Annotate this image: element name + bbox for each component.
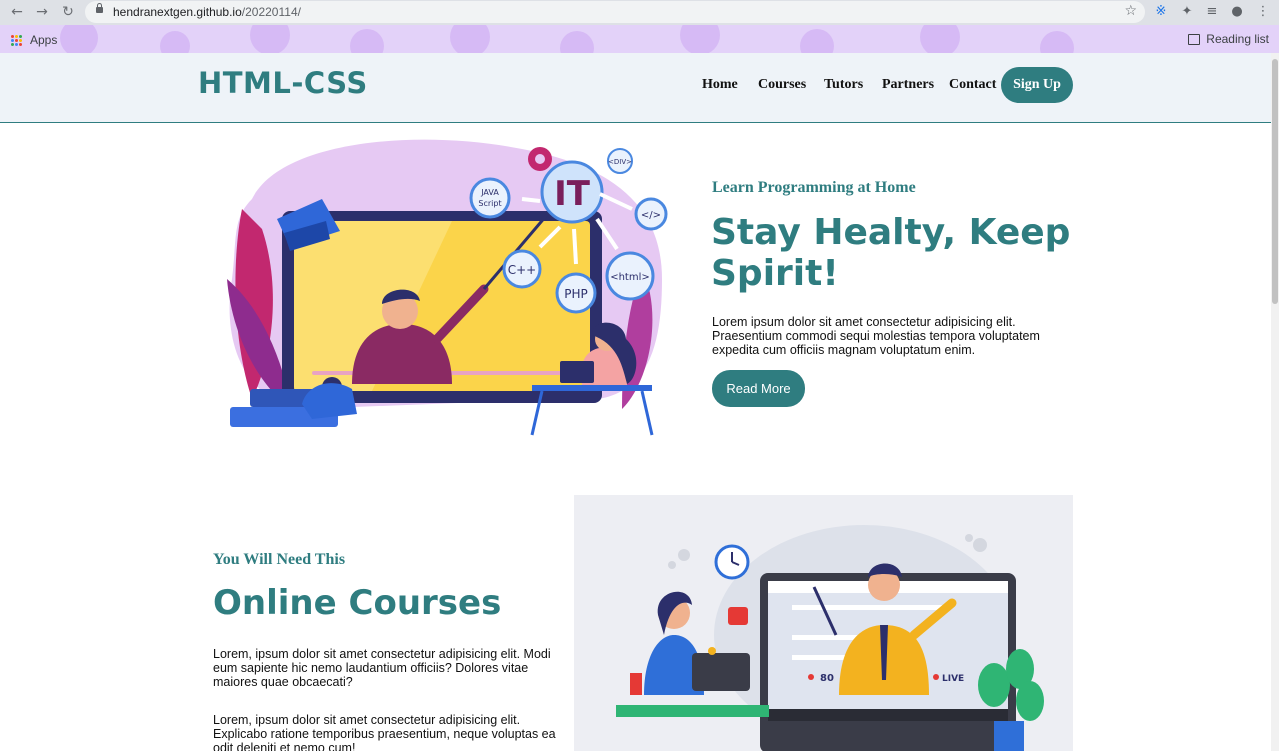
php-label: PHP	[564, 287, 588, 301]
hero-title: Stay Healty, Keep Spirit!	[711, 212, 1070, 295]
bubble-decoration	[560, 31, 594, 53]
reload-icon[interactable]: ↻	[60, 4, 76, 20]
live-badge: LIVE	[942, 674, 964, 684]
page-scrollbar[interactable]	[1271, 53, 1279, 751]
signup-button[interactable]: Sign Up	[1001, 67, 1073, 103]
hero-title-line1: Stay Healty, Keep	[711, 212, 1071, 253]
script-label: Script	[478, 199, 501, 208]
courses-title: Online Courses	[213, 583, 502, 623]
site-header: HTML-CSS Home Courses Tutors Partners Co…	[0, 53, 1271, 123]
bookmark-star-icon[interactable]: ☆	[1124, 3, 1137, 19]
extension-icon[interactable]: ※	[1153, 4, 1169, 20]
div-label: <DIV>	[608, 158, 632, 166]
hero-paragraph: Lorem ipsum dolor sit amet consectetur a…	[712, 315, 1040, 357]
paragraph-line: odit deleniti et nemo cum!	[213, 741, 356, 751]
bubble-decoration	[1040, 31, 1074, 53]
bubble-decoration	[450, 25, 490, 53]
bubble-decoration	[350, 29, 384, 53]
bookmarks-bar: Apps Reading list	[0, 25, 1279, 53]
hero-eyebrow: Learn Programming at Home	[712, 179, 916, 196]
viewers-count: 80	[820, 673, 834, 684]
back-icon[interactable]: ←	[9, 4, 25, 20]
paragraph-line: eum sapiente hic nemo laudantium officii…	[213, 661, 529, 675]
lock-icon	[96, 3, 103, 13]
scrollbar-thumb[interactable]	[1272, 59, 1278, 304]
paragraph-line: Praesentium commodi sequi molestias temp…	[712, 329, 1040, 343]
reading-list-button[interactable]: Reading list	[1188, 32, 1269, 46]
courses-paragraph-2: Lorem, ipsum dolor sit amet consectetur …	[213, 713, 556, 751]
paragraph-line: expedita cum officiis magnam voluptatum …	[712, 343, 976, 357]
puzzle-icon[interactable]: ✦	[1179, 4, 1195, 20]
hero-illustration: IT JAVA Script <DIV> </> C++ PHP <html>	[227, 139, 668, 436]
media-queue-icon[interactable]: ≡	[1204, 4, 1220, 20]
bubble-decoration	[920, 25, 960, 53]
profile-icon[interactable]: ●	[1229, 4, 1245, 20]
read-more-button[interactable]: Read More	[712, 370, 805, 407]
site-logo[interactable]: HTML-CSS	[198, 66, 368, 100]
cpp-label: C++	[508, 263, 537, 277]
courses-paragraph-1: Lorem, ipsum dolor sit amet consectetur …	[213, 647, 551, 689]
courses-eyebrow: You Will Need This	[213, 551, 346, 568]
menu-kebab-icon[interactable]: ⋮	[1255, 4, 1271, 20]
java-label: JAVA	[480, 188, 499, 197]
nav-partners[interactable]: Partners	[882, 77, 934, 93]
paragraph-line: Lorem ipsum dolor sit amet consectetur a…	[712, 315, 1016, 329]
web-page: HTML-CSS Home Courses Tutors Partners Co…	[0, 53, 1271, 751]
bubble-decoration	[160, 31, 190, 53]
nav-home[interactable]: Home	[702, 77, 738, 93]
code-label: </>	[641, 210, 661, 221]
bubble-decoration	[60, 25, 98, 53]
nav-courses[interactable]: Courses	[758, 77, 806, 93]
bubble-decoration	[680, 25, 720, 53]
browser-toolbar: ← → ↻ hendranextgen.github.io/20220114/ …	[0, 0, 1279, 25]
paragraph-line: Lorem, ipsum dolor sit amet consectetur …	[213, 647, 551, 661]
nav-contact[interactable]: Contact	[949, 77, 996, 93]
address-bar[interactable]: hendranextgen.github.io/20220114/ ☆	[85, 1, 1145, 23]
hero-title-line2: Spirit!	[711, 253, 839, 295]
apps-label: Apps	[30, 33, 58, 47]
apps-grid-icon	[11, 34, 22, 46]
apps-shortcut[interactable]: Apps	[11, 33, 57, 47]
reading-list-icon	[1188, 33, 1201, 45]
it-label: IT	[554, 174, 591, 214]
paragraph-line: maiores quae obcaecati?	[213, 675, 353, 689]
bubble-decoration	[250, 25, 290, 53]
html-label: <html>	[610, 272, 650, 283]
forward-icon[interactable]: →	[34, 4, 50, 20]
paragraph-line: Explicabo ratione temporibus praesentium…	[213, 727, 556, 741]
online-courses-illustration: 80 LIVE	[574, 495, 1073, 751]
nav-tutors[interactable]: Tutors	[824, 77, 863, 93]
paragraph-line: Lorem, ipsum dolor sit amet consectetur …	[213, 713, 521, 727]
online-class-artwork: 80 LIVE	[616, 525, 1044, 751]
bubble-decoration	[800, 29, 834, 53]
reading-list-label: Reading list	[1206, 32, 1269, 46]
url-text: hendranextgen.github.io/20220114/	[113, 5, 301, 19]
